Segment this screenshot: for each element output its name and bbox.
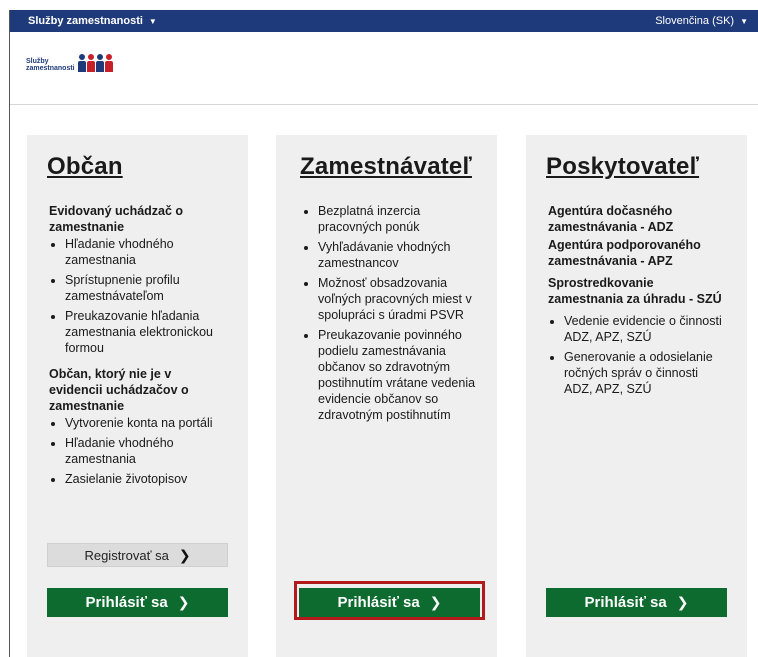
list-registered: Hľadanie vhodného zamestnania Sprístupne… [47, 236, 228, 356]
list-unregistered: Vytvorenie konta na portáli Hľadanie vho… [47, 415, 228, 487]
chevron-right-icon: ❯ [178, 546, 191, 563]
logo-text-line1: Služby [26, 58, 49, 65]
register-button[interactable]: Registrovať sa ❯ [47, 543, 228, 567]
chevron-right-icon: ❯ [676, 594, 689, 610]
list-item: Vyhľadávanie vhodných zamestnancov [318, 239, 477, 271]
list-employer: Bezplatná inzercia pracovných ponúk Vyhľ… [296, 203, 477, 423]
logo-text: Služby zamestnanosti [26, 58, 75, 72]
page: Služby zamestnanosti ▼ Slovenčina (SK) ▼… [0, 0, 758, 657]
top-bar: Služby zamestnanosti ▼ Slovenčina (SK) ▼ [10, 10, 758, 32]
login-button-label: Prihlásiť sa [584, 594, 667, 611]
card-employer: Zamestnávateľ Bezplatná inzercia pracovn… [276, 135, 497, 657]
site-menu[interactable]: Služby zamestnanosti ▼ [28, 15, 157, 27]
card-provider: Poskytovateľ Agentúra dočasného zamestná… [526, 135, 747, 657]
login-button-label: Prihlásiť sa [337, 594, 420, 611]
provider-heading: Agentúra podporovaného zamestnávania - A… [548, 238, 701, 268]
register-button-label: Registrovať sa [84, 547, 169, 563]
list-item: Bezplatná inzercia pracovných ponúk [318, 203, 477, 235]
login-button-label: Prihlásiť sa [85, 594, 168, 611]
list-item: Možnosť obsadzovania voľných pracovných … [318, 275, 477, 323]
site-logo[interactable]: Služby zamestnanosti [26, 54, 113, 72]
card-title-provider[interactable]: Poskytovateľ [546, 153, 727, 181]
header: Služby zamestnanosti [10, 32, 758, 105]
provider-heading: Sprostredkovanie zamestnania za úhradu -… [548, 276, 722, 306]
group-title-registered: Evidovaný uchádzač o zamestnanie [49, 204, 184, 234]
list-item: Generovanie a odosielanie ročných správ … [564, 349, 727, 397]
login-button-provider[interactable]: Prihlásiť sa ❯ [546, 588, 727, 617]
chevron-right-icon: ❯ [429, 594, 442, 610]
list-item: Preukazovanie povinného podielu zamestná… [318, 327, 477, 423]
chevron-right-icon: ❯ [177, 594, 190, 610]
provider-heading: Agentúra dočasného zamestnávania - ADZ [548, 204, 674, 234]
list-provider: Vedenie evidencie o činnosti ADZ, APZ, S… [546, 313, 727, 397]
language-label: Slovenčina (SK) [655, 15, 735, 27]
main-content: Občan Evidovaný uchádzač o zamestnanie H… [10, 105, 758, 657]
card-citizen: Občan Evidovaný uchádzač o zamestnanie H… [27, 135, 248, 657]
logo-text-line2: zamestnanosti [26, 65, 75, 72]
list-item: Sprístupnenie profilu zamestnávateľom [65, 272, 228, 304]
card-title-employer[interactable]: Zamestnávateľ [300, 153, 477, 181]
caret-down-icon: ▼ [148, 16, 157, 26]
logo-people-icon [77, 54, 113, 72]
list-item: Hľadanie vhodného zamestnania [65, 236, 228, 268]
list-item: Vedenie evidencie o činnosti ADZ, APZ, S… [564, 313, 727, 345]
list-item: Vytvorenie konta na portáli [65, 415, 228, 431]
login-button-citizen[interactable]: Prihlásiť sa ❯ [47, 588, 228, 617]
group-title-unregistered: Občan, ktorý nie je v evidencii uchádzač… [49, 367, 189, 413]
site-menu-label: Služby zamestnanosti [28, 15, 143, 27]
login-button-employer[interactable]: Prihlásiť sa ❯ [299, 588, 480, 617]
list-item: Hľadanie vhodného zamestnania [65, 435, 228, 467]
list-item: Zasielanie životopisov [65, 471, 228, 487]
language-menu[interactable]: Slovenčina (SK) ▼ [655, 15, 748, 27]
card-title-citizen[interactable]: Občan [47, 153, 228, 181]
list-item: Preukazovanie hľadania zamestnania elekt… [65, 308, 228, 356]
caret-down-icon: ▼ [740, 16, 748, 26]
